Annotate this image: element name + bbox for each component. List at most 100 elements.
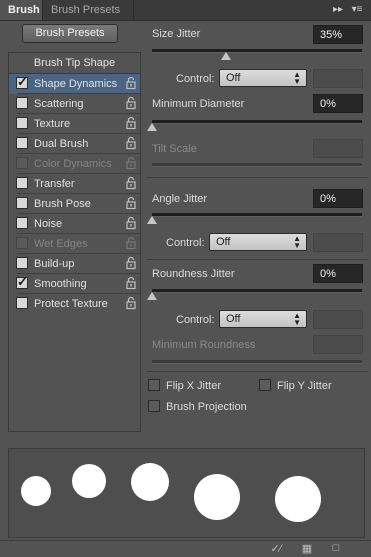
list-item-checkbox[interactable] — [16, 257, 28, 269]
grid-icon[interactable]: ▦ — [300, 542, 314, 555]
lock-icon[interactable] — [126, 276, 136, 290]
panel-menu-icon[interactable]: ▾≡ — [350, 3, 364, 17]
minimum-diameter-slider-thumb[interactable] — [147, 123, 157, 131]
list-item-checkbox[interactable]: ✓ — [16, 74, 28, 89]
lock-icon[interactable] — [126, 116, 136, 130]
list-item-brush-pose[interactable]: Brush Pose — [9, 194, 140, 214]
angle-jitter-slider[interactable] — [152, 213, 362, 217]
tilt-scale-slider — [152, 163, 362, 167]
list-item-smoothing[interactable]: ✓ Smoothing — [9, 274, 140, 294]
list-item-label: Transfer — [34, 178, 75, 190]
roundness-jitter-slider[interactable] — [152, 289, 362, 293]
control-value-field-3 — [313, 310, 363, 329]
lock-icon[interactable] — [126, 216, 136, 230]
control-label-3: Control: — [176, 314, 215, 326]
list-item-checkbox[interactable] — [16, 97, 28, 109]
updown-arrow-icon: ▲ ▼ — [293, 70, 301, 86]
list-item-build-up[interactable]: Build-up — [9, 254, 140, 274]
list-item-scattering[interactable]: Scattering — [9, 94, 140, 114]
flip-x-jitter-checkbox[interactable] — [148, 379, 160, 391]
list-item-checkbox[interactable] — [16, 297, 28, 309]
minimum-diameter-label: Minimum Diameter — [152, 98, 245, 110]
tab-brush[interactable]: Brush — [0, 0, 42, 20]
list-item-label: Noise — [34, 218, 63, 230]
new-preset-icon[interactable]: □ — [329, 542, 343, 554]
control-select-2[interactable]: Off ▲ ▼ — [209, 233, 307, 251]
tab-brush-presets[interactable]: Brush Presets — [42, 0, 134, 20]
brush-preview-dot — [275, 476, 321, 522]
list-item-label: Texture — [34, 118, 71, 130]
brush-presets-button[interactable]: Brush Presets — [22, 24, 118, 43]
list-item-color-dynamics[interactable]: Color Dynamics — [9, 154, 140, 174]
angle-jitter-slider-thumb[interactable] — [147, 216, 157, 224]
minimum-diameter-field[interactable]: 0% — [313, 94, 363, 113]
lock-icon[interactable] — [126, 156, 136, 170]
lock-icon[interactable] — [126, 76, 136, 90]
brush-preview-dot — [21, 476, 51, 506]
flip-y-jitter-checkbox[interactable] — [259, 379, 271, 391]
flip-y-jitter-label: Flip Y Jitter — [277, 380, 332, 392]
list-item-label: Shape Dynamics — [34, 78, 118, 90]
bottom-divider — [0, 540, 371, 541]
list-item-protect-texture[interactable]: Protect Texture — [9, 294, 140, 314]
list-item-checkbox[interactable] — [16, 137, 28, 149]
updown-arrow-icon: ▲ ▼ — [293, 234, 301, 250]
lock-icon[interactable] — [126, 236, 136, 250]
list-item-texture[interactable]: Texture — [9, 114, 140, 134]
lock-icon[interactable] — [126, 176, 136, 190]
brush-tip-shape-item[interactable]: Brush Tip Shape — [9, 53, 140, 74]
lock-icon[interactable] — [126, 136, 136, 150]
list-item-label: Dual Brush — [34, 138, 89, 150]
brush-toggle-icon[interactable]: ✓∕ — [266, 542, 286, 555]
list-item-wet-edges[interactable]: Wet Edges — [9, 234, 140, 254]
list-item-checkbox — [16, 157, 28, 169]
minimum-roundness-field — [313, 335, 363, 354]
list-item-transfer[interactable]: Transfer — [9, 174, 140, 194]
checkmark-icon: ✓ — [17, 274, 28, 289]
list-item-label: Scattering — [34, 98, 84, 110]
updown-arrow-icon: ▲ ▼ — [293, 311, 301, 327]
control-value-field-1 — [313, 69, 363, 88]
control-select-1[interactable]: Off ▲ ▼ — [219, 69, 307, 87]
list-item-dual-brush[interactable]: Dual Brush — [9, 134, 140, 154]
lock-icon[interactable] — [126, 196, 136, 210]
lock-icon[interactable] — [126, 296, 136, 310]
list-item-noise[interactable]: Noise — [9, 214, 140, 234]
brush-projection-label: Brush Projection — [166, 401, 247, 413]
size-jitter-slider[interactable] — [152, 49, 362, 53]
list-item-checkbox[interactable] — [16, 177, 28, 189]
size-jitter-slider-thumb[interactable] — [220, 52, 231, 60]
brush-projection-checkbox[interactable] — [148, 400, 160, 412]
roundness-jitter-label: Roundness Jitter — [152, 268, 235, 280]
list-item-label: Wet Edges — [34, 238, 88, 250]
control-value-field-2 — [313, 233, 363, 252]
list-item-shape-dynamics[interactable]: ✓ Shape Dynamics — [9, 74, 140, 94]
lock-icon[interactable] — [126, 96, 136, 110]
lock-icon[interactable] — [126, 256, 136, 270]
size-jitter-label: Size Jitter — [152, 28, 201, 40]
minimum-roundness-label: Minimum Roundness — [152, 339, 256, 351]
size-jitter-field[interactable]: 35% — [313, 25, 363, 44]
tilt-scale-field — [313, 139, 363, 158]
list-item-checkbox[interactable]: ✓ — [16, 274, 28, 289]
list-item-label: Color Dynamics — [34, 158, 112, 170]
tilt-scale-label: Tilt Scale — [152, 143, 197, 155]
divider — [146, 177, 368, 178]
brush-stroke-preview — [8, 448, 365, 538]
brush-preview-dot — [131, 463, 169, 501]
roundness-jitter-field[interactable]: 0% — [313, 264, 363, 283]
list-item-checkbox[interactable] — [16, 117, 28, 129]
brush-preview-dot — [72, 464, 106, 498]
control-label-2: Control: — [166, 237, 205, 249]
list-item-checkbox[interactable] — [16, 197, 28, 209]
double-chevron-icon[interactable]: ▸▸ — [332, 3, 344, 17]
roundness-jitter-slider-thumb[interactable] — [147, 292, 157, 300]
list-item-label: Brush Pose — [34, 198, 91, 210]
list-item-checkbox[interactable] — [16, 217, 28, 229]
list-item-label: Build-up — [34, 258, 75, 270]
control-select-3[interactable]: Off ▲ ▼ — [219, 310, 307, 328]
control-select-1-value: Off — [226, 72, 241, 84]
checkmark-icon: ✓ — [17, 74, 28, 89]
angle-jitter-field[interactable]: 0% — [313, 189, 363, 208]
minimum-diameter-slider[interactable] — [152, 120, 362, 124]
